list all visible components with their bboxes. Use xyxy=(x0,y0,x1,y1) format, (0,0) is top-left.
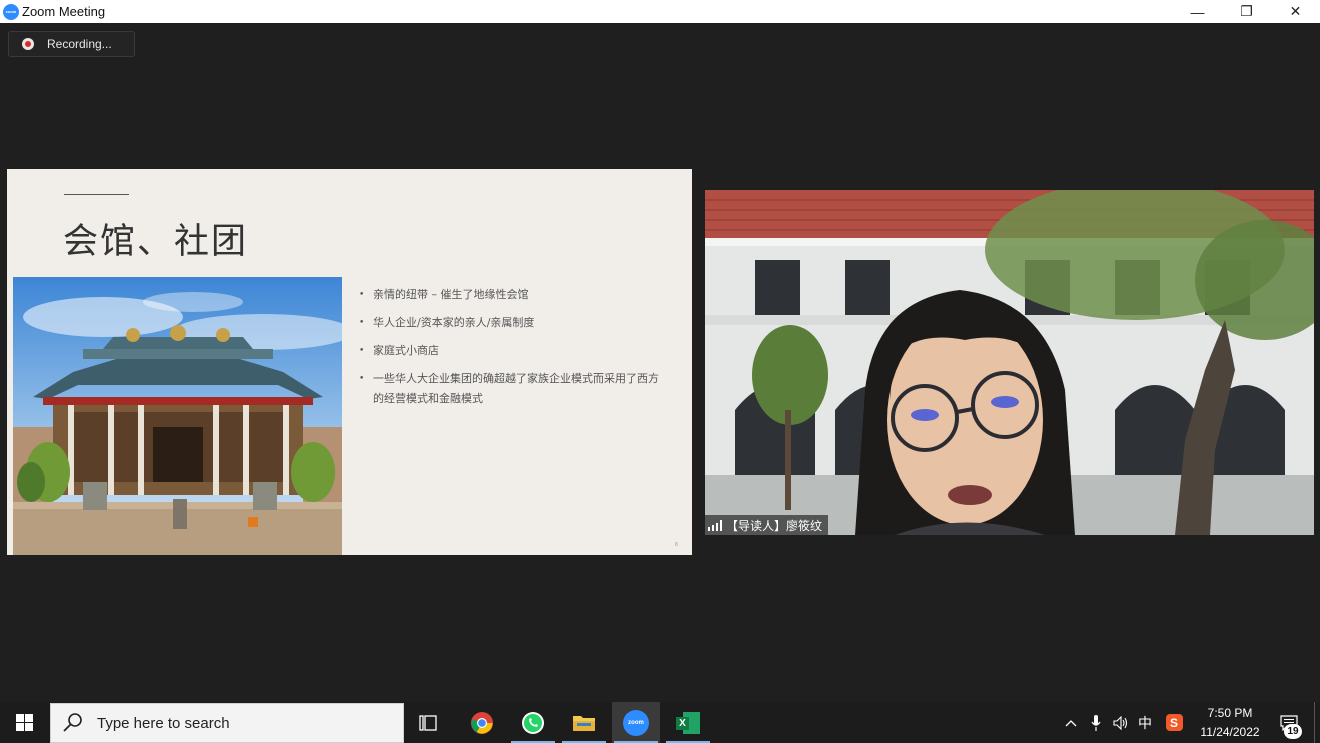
whatsapp-icon xyxy=(522,711,544,734)
connection-signal-icon xyxy=(708,519,722,531)
minimize-button[interactable]: — xyxy=(1173,0,1222,23)
title-rule xyxy=(64,194,129,195)
recording-indicator[interactable]: Recording... xyxy=(8,31,135,57)
bullet-item: 家庭式小商店 xyxy=(359,341,659,361)
participant-name: 【导读人】廖筱纹 xyxy=(726,518,823,533)
taskbar-excel[interactable]: X xyxy=(664,702,712,743)
shared-screen-slide: 会馆、社团 • 亲情的纽带 – 催生了地缘性会馆 • 华人企业/资本家的亲人/亲… xyxy=(7,169,692,555)
zoom-logo-icon: zoom xyxy=(3,3,19,20)
search-icon xyxy=(63,713,82,732)
notification-count-badge: 19 xyxy=(1284,724,1302,739)
task-view-icon xyxy=(419,714,437,731)
taskbar-clock[interactable]: 7:50 PM 11/24/2022 xyxy=(1188,702,1272,743)
bullet-item: 亲情的纽带 – 催生了地缘性会馆 xyxy=(359,285,659,305)
bullet-item: 一些华人大企业集团的确超越了家族企业模式而采用了西方的经营模式和金融模式 xyxy=(359,369,659,409)
clock-date: 11/24/2022 xyxy=(1200,724,1260,739)
record-icon xyxy=(22,38,34,50)
recording-label: Recording... xyxy=(47,37,112,51)
volume-button[interactable] xyxy=(1110,702,1132,743)
zoom-app-icon: zoom xyxy=(623,709,649,736)
show-hidden-icons-button[interactable] xyxy=(1060,702,1082,743)
restore-button[interactable]: ❐ xyxy=(1222,0,1271,23)
bullet-item: 华人企业/资本家的亲人/亲属制度 xyxy=(359,313,659,333)
window-title: Zoom Meeting xyxy=(22,4,106,19)
slide-title: 会馆、社团 xyxy=(63,222,249,262)
windows-taskbar: Type here to search zoom X 中 S 7:50 PM 1… xyxy=(0,702,1320,743)
taskbar-search-box[interactable]: Type here to search xyxy=(50,703,404,743)
zoom-meeting-window: zoom Zoom Meeting — ❐ ✕ Recording... 会馆、… xyxy=(0,0,1320,743)
show-desktop-button[interactable] xyxy=(1314,702,1320,743)
clock-time: 7:50 PM xyxy=(1207,705,1253,720)
windows-logo-icon xyxy=(16,714,33,731)
taskbar-whatsapp[interactable] xyxy=(509,702,557,743)
close-button[interactable]: ✕ xyxy=(1271,0,1320,23)
participant-name-tag: 【导读人】廖筱纹 xyxy=(705,515,829,535)
taskbar-chrome[interactable] xyxy=(458,702,506,743)
slide-bullet-list: 亲情的纽带 – 催生了地缘性会馆 华人企业/资本家的亲人/亲属制度 家庭式小商店… xyxy=(359,285,659,417)
chrome-icon xyxy=(471,711,493,734)
task-view-button[interactable] xyxy=(405,702,453,743)
excel-icon: X xyxy=(676,711,700,734)
participant-video-tile[interactable]: 【导读人】廖筱纹 xyxy=(705,190,1314,535)
sogou-icon: S xyxy=(1165,714,1183,731)
chevron-up-icon xyxy=(1065,719,1077,726)
window-controls: — ❐ ✕ xyxy=(1173,0,1320,23)
taskbar-zoom[interactable]: zoom xyxy=(612,702,660,743)
microphone-icon xyxy=(1091,714,1101,731)
ime-indicator[interactable]: 中 xyxy=(1134,702,1156,743)
slide-page-number: 8 xyxy=(675,542,678,548)
title-bar: zoom Zoom Meeting — ❐ ✕ xyxy=(0,0,1320,23)
participant-video-frame xyxy=(705,190,1314,535)
microphone-button[interactable] xyxy=(1086,702,1106,743)
folder-icon xyxy=(573,715,595,731)
temple-photo xyxy=(13,277,342,555)
taskbar-file-explorer[interactable] xyxy=(560,702,608,743)
sogou-input-button[interactable]: S xyxy=(1162,702,1186,743)
speaker-icon xyxy=(1113,715,1128,730)
start-button[interactable] xyxy=(0,702,49,743)
search-placeholder: Type here to search xyxy=(97,714,230,732)
